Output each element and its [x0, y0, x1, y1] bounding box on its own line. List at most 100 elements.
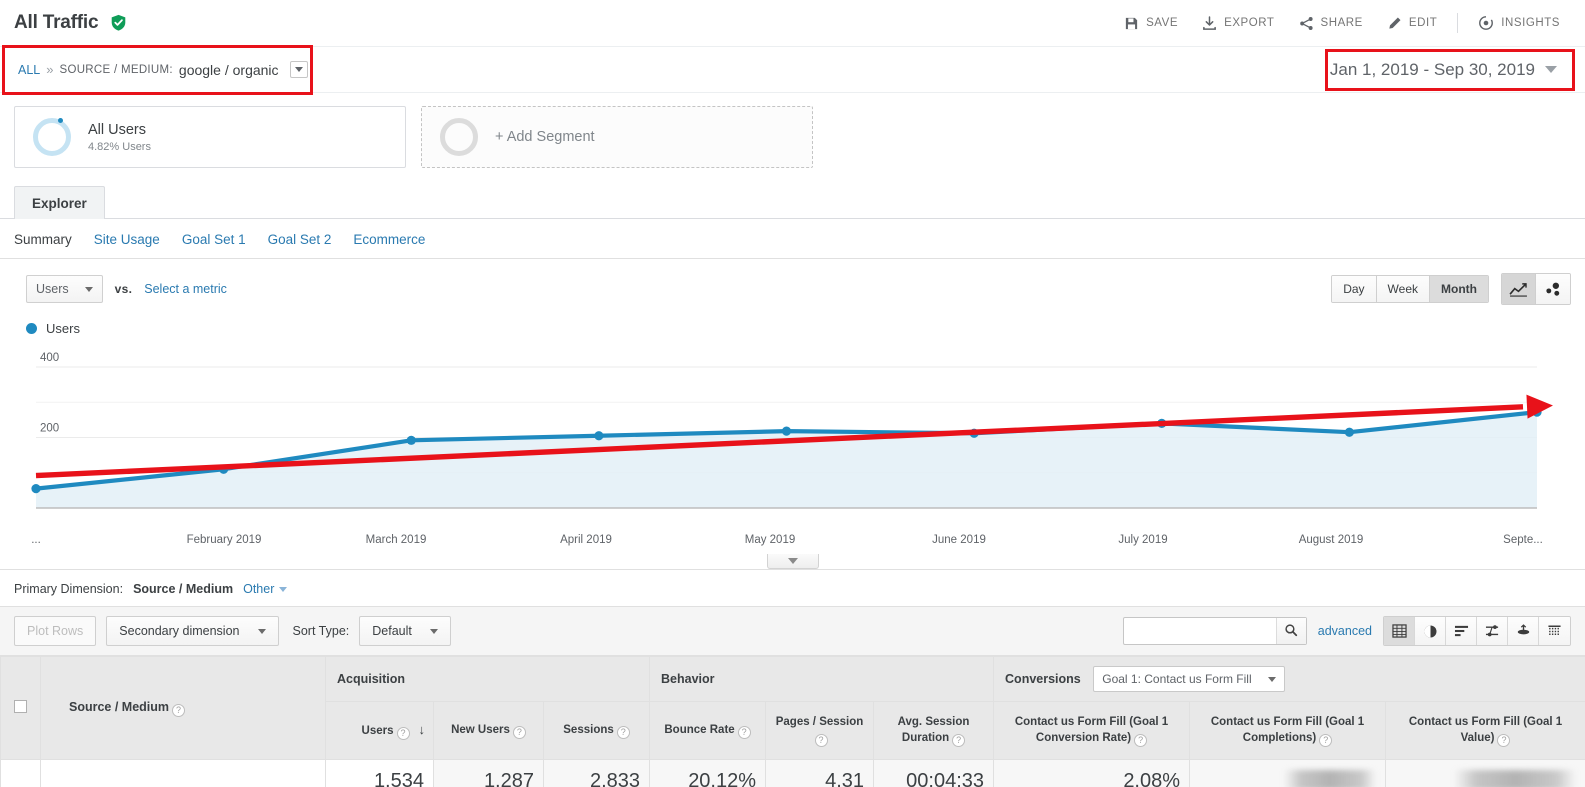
breadcrumb-highlight-box — [2, 45, 313, 95]
add-segment-button[interactable]: + Add Segment — [421, 106, 813, 168]
sort-desc-icon[interactable]: ↓ — [419, 721, 426, 740]
chevron-down-icon — [429, 628, 438, 634]
group-header-conversions: Conversions Goal 1: Contact us Form Fill — [993, 656, 1585, 702]
breadcrumb-row: ALL » SOURCE / MEDIUM: google / organic … — [0, 45, 1585, 95]
goal-selector[interactable]: Goal 1: Contact us Form Fill — [1093, 666, 1285, 692]
primary-dimension-label: Primary Dimension: — [14, 582, 124, 596]
summary-cell-users: 1,534 % of Total: 4.82% (31,838) — [325, 758, 434, 787]
segment-text: All Users 4.82% Users — [88, 122, 151, 153]
column-header-goal1-conversion-rate[interactable]: Contact us Form Fill (Goal 1 Conversion … — [993, 701, 1191, 760]
page-title-wrap: All Traffic — [14, 12, 127, 34]
avg-session-duration-value: 00:04:33 — [906, 770, 985, 787]
tab-goal-set-2[interactable]: Goal Set 2 — [268, 232, 332, 247]
pages-session-label: Pages / Session — [775, 715, 864, 728]
pivot-view-icon[interactable] — [1508, 617, 1539, 645]
goal1-completions-redacted — [1199, 770, 1377, 787]
tab-summary[interactable]: Summary — [14, 232, 72, 247]
summary-cell-goal1-value: % of Total: 0.00% ($0.00) — [1385, 758, 1585, 787]
sessions-value: 2,833 — [589, 770, 641, 787]
secondary-dimension-button[interactable]: Secondary dimension — [106, 616, 279, 646]
save-label: SAVE — [1146, 17, 1179, 29]
new-users-label: New Users — [451, 724, 510, 736]
bounce-rate-value: 20.12% — [688, 770, 757, 787]
granularity-button-group: Day Week Month — [1331, 275, 1489, 303]
advanced-link[interactable]: advanced — [1318, 624, 1372, 638]
metric-selector[interactable]: Users — [26, 275, 103, 303]
help-icon[interactable]: ? — [737, 726, 751, 739]
primary-dimension-row: Primary Dimension: Source / Medium Other — [0, 570, 1585, 606]
help-icon[interactable]: ? — [172, 703, 186, 717]
insights-label: INSIGHTS — [1501, 17, 1560, 29]
view-type-group — [1383, 616, 1571, 646]
bounce-rate-label: Bounce Rate — [664, 724, 735, 736]
column-header-new-users[interactable]: New Users? — [433, 701, 544, 760]
share-icon — [1299, 16, 1314, 31]
source-medium-label: Source / Medium — [69, 699, 170, 714]
column-header-bounce-rate[interactable]: Bounce Rate? — [649, 701, 767, 760]
conversions-label: Conversions — [1005, 672, 1081, 686]
x-tick-4: May 2019 — [744, 534, 796, 546]
vs-label: vs. — [114, 282, 133, 296]
help-icon[interactable]: ? — [616, 726, 630, 739]
share-label: SHARE — [1320, 17, 1363, 29]
column-header-pages-session[interactable]: Pages / Session? — [765, 701, 875, 760]
column-header-sessions[interactable]: Sessions? — [542, 701, 651, 760]
motion-bubble-chart-icon[interactable] — [1536, 274, 1570, 304]
table-view-icon[interactable] — [1384, 617, 1415, 645]
share-button[interactable]: SHARE — [1288, 10, 1374, 37]
help-icon[interactable]: ? — [512, 726, 526, 739]
goal-selector-label: Goal 1: Contact us Form Fill — [1102, 672, 1252, 686]
plot-rows-button[interactable]: Plot Rows — [14, 616, 97, 646]
summary-cell-goal1-conversion-rate: 2.08% Avg for View: 0.41% (405.55%) — [993, 758, 1191, 787]
secondary-dimension-label: Secondary dimension — [119, 624, 240, 638]
chart-collapse-button[interactable] — [766, 554, 819, 569]
help-icon[interactable]: ? — [396, 727, 410, 740]
table-toolbar: Plot Rows Secondary dimension Sort Type:… — [0, 606, 1585, 656]
help-icon[interactable]: ? — [814, 734, 828, 748]
performance-view-icon[interactable] — [1539, 617, 1570, 645]
pie-chart-view-icon[interactable] — [1415, 617, 1446, 645]
summary-cell-pages-session: 4.31 Avg for View: 2.82 (52.90%) — [765, 758, 875, 787]
granularity-month[interactable]: Month — [1430, 276, 1488, 302]
primary-dimension-value[interactable]: Source / Medium — [133, 582, 233, 596]
plot-rows-label: Plot Rows — [27, 624, 84, 638]
date-range-selector[interactable]: Jan 1, 2019 - Sep 30, 2019 — [1330, 60, 1571, 80]
granularity-day[interactable]: Day — [1332, 276, 1377, 302]
acquisition-label: Acquisition — [337, 672, 406, 686]
sort-type-button[interactable]: Default — [359, 616, 451, 646]
table-summary-row: 1,534 % of Total: 4.82% (31,838) 1,287 %… — [0, 758, 1585, 787]
pencil-edit-icon — [1387, 16, 1402, 31]
insights-button[interactable]: INSIGHTS — [1467, 9, 1571, 37]
search-input[interactable] — [1123, 618, 1276, 644]
redacted-value-block — [1454, 770, 1577, 787]
help-icon[interactable]: ? — [1319, 734, 1333, 748]
help-icon[interactable]: ? — [1497, 734, 1511, 748]
tab-goal-set-1[interactable]: Goal Set 1 — [182, 232, 246, 247]
save-button[interactable]: SAVE — [1113, 10, 1189, 37]
chart-bottom: ... February 2019 March 2019 April 2019 … — [0, 534, 1585, 570]
goal1-completions-label: Contact us Form Fill (Goal 1 Completions… — [1210, 715, 1365, 745]
export-button[interactable]: EXPORT — [1191, 10, 1285, 37]
column-header-source-medium[interactable]: Source / Medium? — [40, 656, 326, 760]
column-header-goal1-value[interactable]: Contact us Form Fill (Goal 1 Value)? — [1385, 701, 1585, 760]
column-header-avg-session-duration[interactable]: Avg. Session Duration? — [873, 701, 995, 760]
edit-button[interactable]: EDIT — [1376, 10, 1448, 37]
search-button[interactable] — [1275, 618, 1306, 644]
column-header-goal1-completions[interactable]: Contact us Form Fill (Goal 1 Completions… — [1189, 701, 1387, 760]
select-a-metric-link[interactable]: Select a metric — [144, 282, 227, 296]
tab-explorer[interactable]: Explorer — [14, 186, 105, 219]
granularity-week[interactable]: Week — [1376, 276, 1431, 302]
column-header-users[interactable]: Users? ↓ — [325, 701, 434, 760]
bar-chart-view-icon[interactable] — [1446, 617, 1477, 645]
select-all-checkbox[interactable] — [14, 700, 27, 713]
line-chart-icon[interactable] — [1502, 274, 1536, 304]
svg-text:400: 400 — [40, 352, 59, 364]
help-icon[interactable]: ? — [1134, 734, 1148, 748]
metric-selector-label: Users — [36, 282, 69, 296]
comparison-view-icon[interactable] — [1477, 617, 1508, 645]
segment-card-all-users[interactable]: All Users 4.82% Users — [14, 106, 406, 168]
tab-site-usage[interactable]: Site Usage — [94, 232, 160, 247]
tab-ecommerce[interactable]: Ecommerce — [353, 232, 425, 247]
primary-dimension-other[interactable]: Other — [243, 582, 288, 596]
help-icon[interactable]: ? — [952, 734, 966, 748]
